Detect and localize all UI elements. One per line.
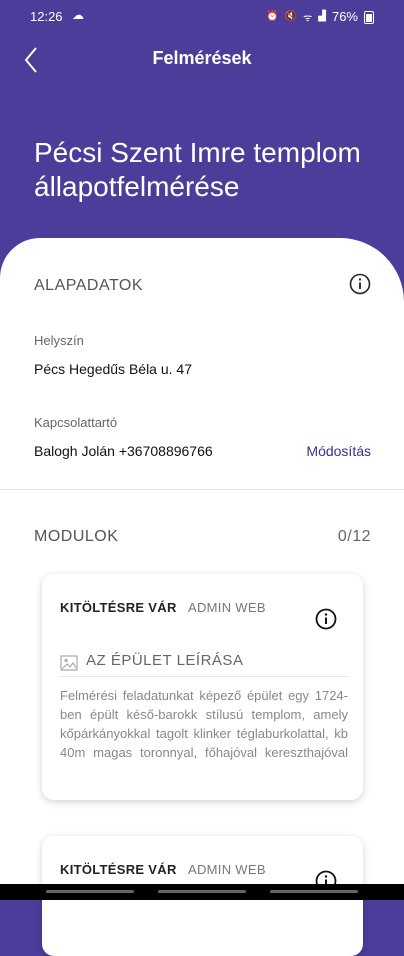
content-sheet: ALAPADATOK Helyszín Pécs Hegedűs Béla u.… (0, 238, 404, 956)
nav-home-button[interactable] (158, 890, 246, 893)
modify-link[interactable]: Módosítás (306, 443, 371, 459)
battery-icon (364, 11, 374, 24)
mute-icon: 🔇 (284, 11, 298, 22)
header-title: Felmérések (152, 48, 252, 68)
section-divider (0, 489, 404, 490)
nav-back-button[interactable] (270, 890, 358, 893)
contact-value: Balogh Jolán +36708896766 (34, 443, 213, 459)
module-title: AZ ÉPÜLET LEÍRÁSA (86, 652, 244, 669)
module-status: KITÖLTÉSRE VÁR (60, 862, 177, 877)
module-title-row: AZ ÉPÜLET LEÍRÁSA (60, 652, 348, 677)
modules-count: 0/12 (337, 528, 371, 545)
module-card[interactable]: KITÖLTÉSRE VÁR ADMIN WEB AZ ÉPÜLET LEÍRÁ… (42, 574, 363, 800)
wifi-icon: ᯤ (303, 12, 313, 24)
section-title-modules: MODULOK (34, 528, 119, 545)
info-icon[interactable] (349, 273, 371, 295)
image-icon (60, 655, 78, 671)
section-title-alapadatok: ALAPADATOK (34, 277, 144, 294)
alarm-icon: ⏰ (266, 11, 279, 22)
contact-label: Kapcsolattartó (34, 415, 118, 430)
module-info-icon[interactable] (315, 608, 337, 630)
module-tag: ADMIN WEB (188, 600, 266, 615)
status-time: 12:26 (30, 9, 63, 24)
location-value: Pécs Hegedűs Béla u. 47 (34, 361, 192, 377)
module-description: Felmérési feladatunkat képező épület egy… (60, 688, 348, 760)
module-tag: ADMIN WEB (188, 862, 266, 877)
status-icons: ⏰ 🔇 ᯤ ▟ 76% (266, 9, 374, 24)
system-nav-bar (0, 884, 404, 900)
status-bar: 12:26 ☁ ⏰ 🔇 ᯤ ▟ 76% (0, 0, 404, 30)
nav-recent-button[interactable] (46, 890, 134, 893)
notification-icon: ☁ (72, 8, 84, 22)
signal-icon: ▟ (318, 11, 326, 22)
module-status: KITÖLTÉSRE VÁR (60, 600, 177, 615)
location-label: Helyszín (34, 333, 84, 348)
battery-level: 76% (331, 9, 358, 24)
page-title: Pécsi Szent Imre templom állapotfelmérés… (34, 137, 361, 202)
app-header: Felmérések (0, 30, 404, 90)
